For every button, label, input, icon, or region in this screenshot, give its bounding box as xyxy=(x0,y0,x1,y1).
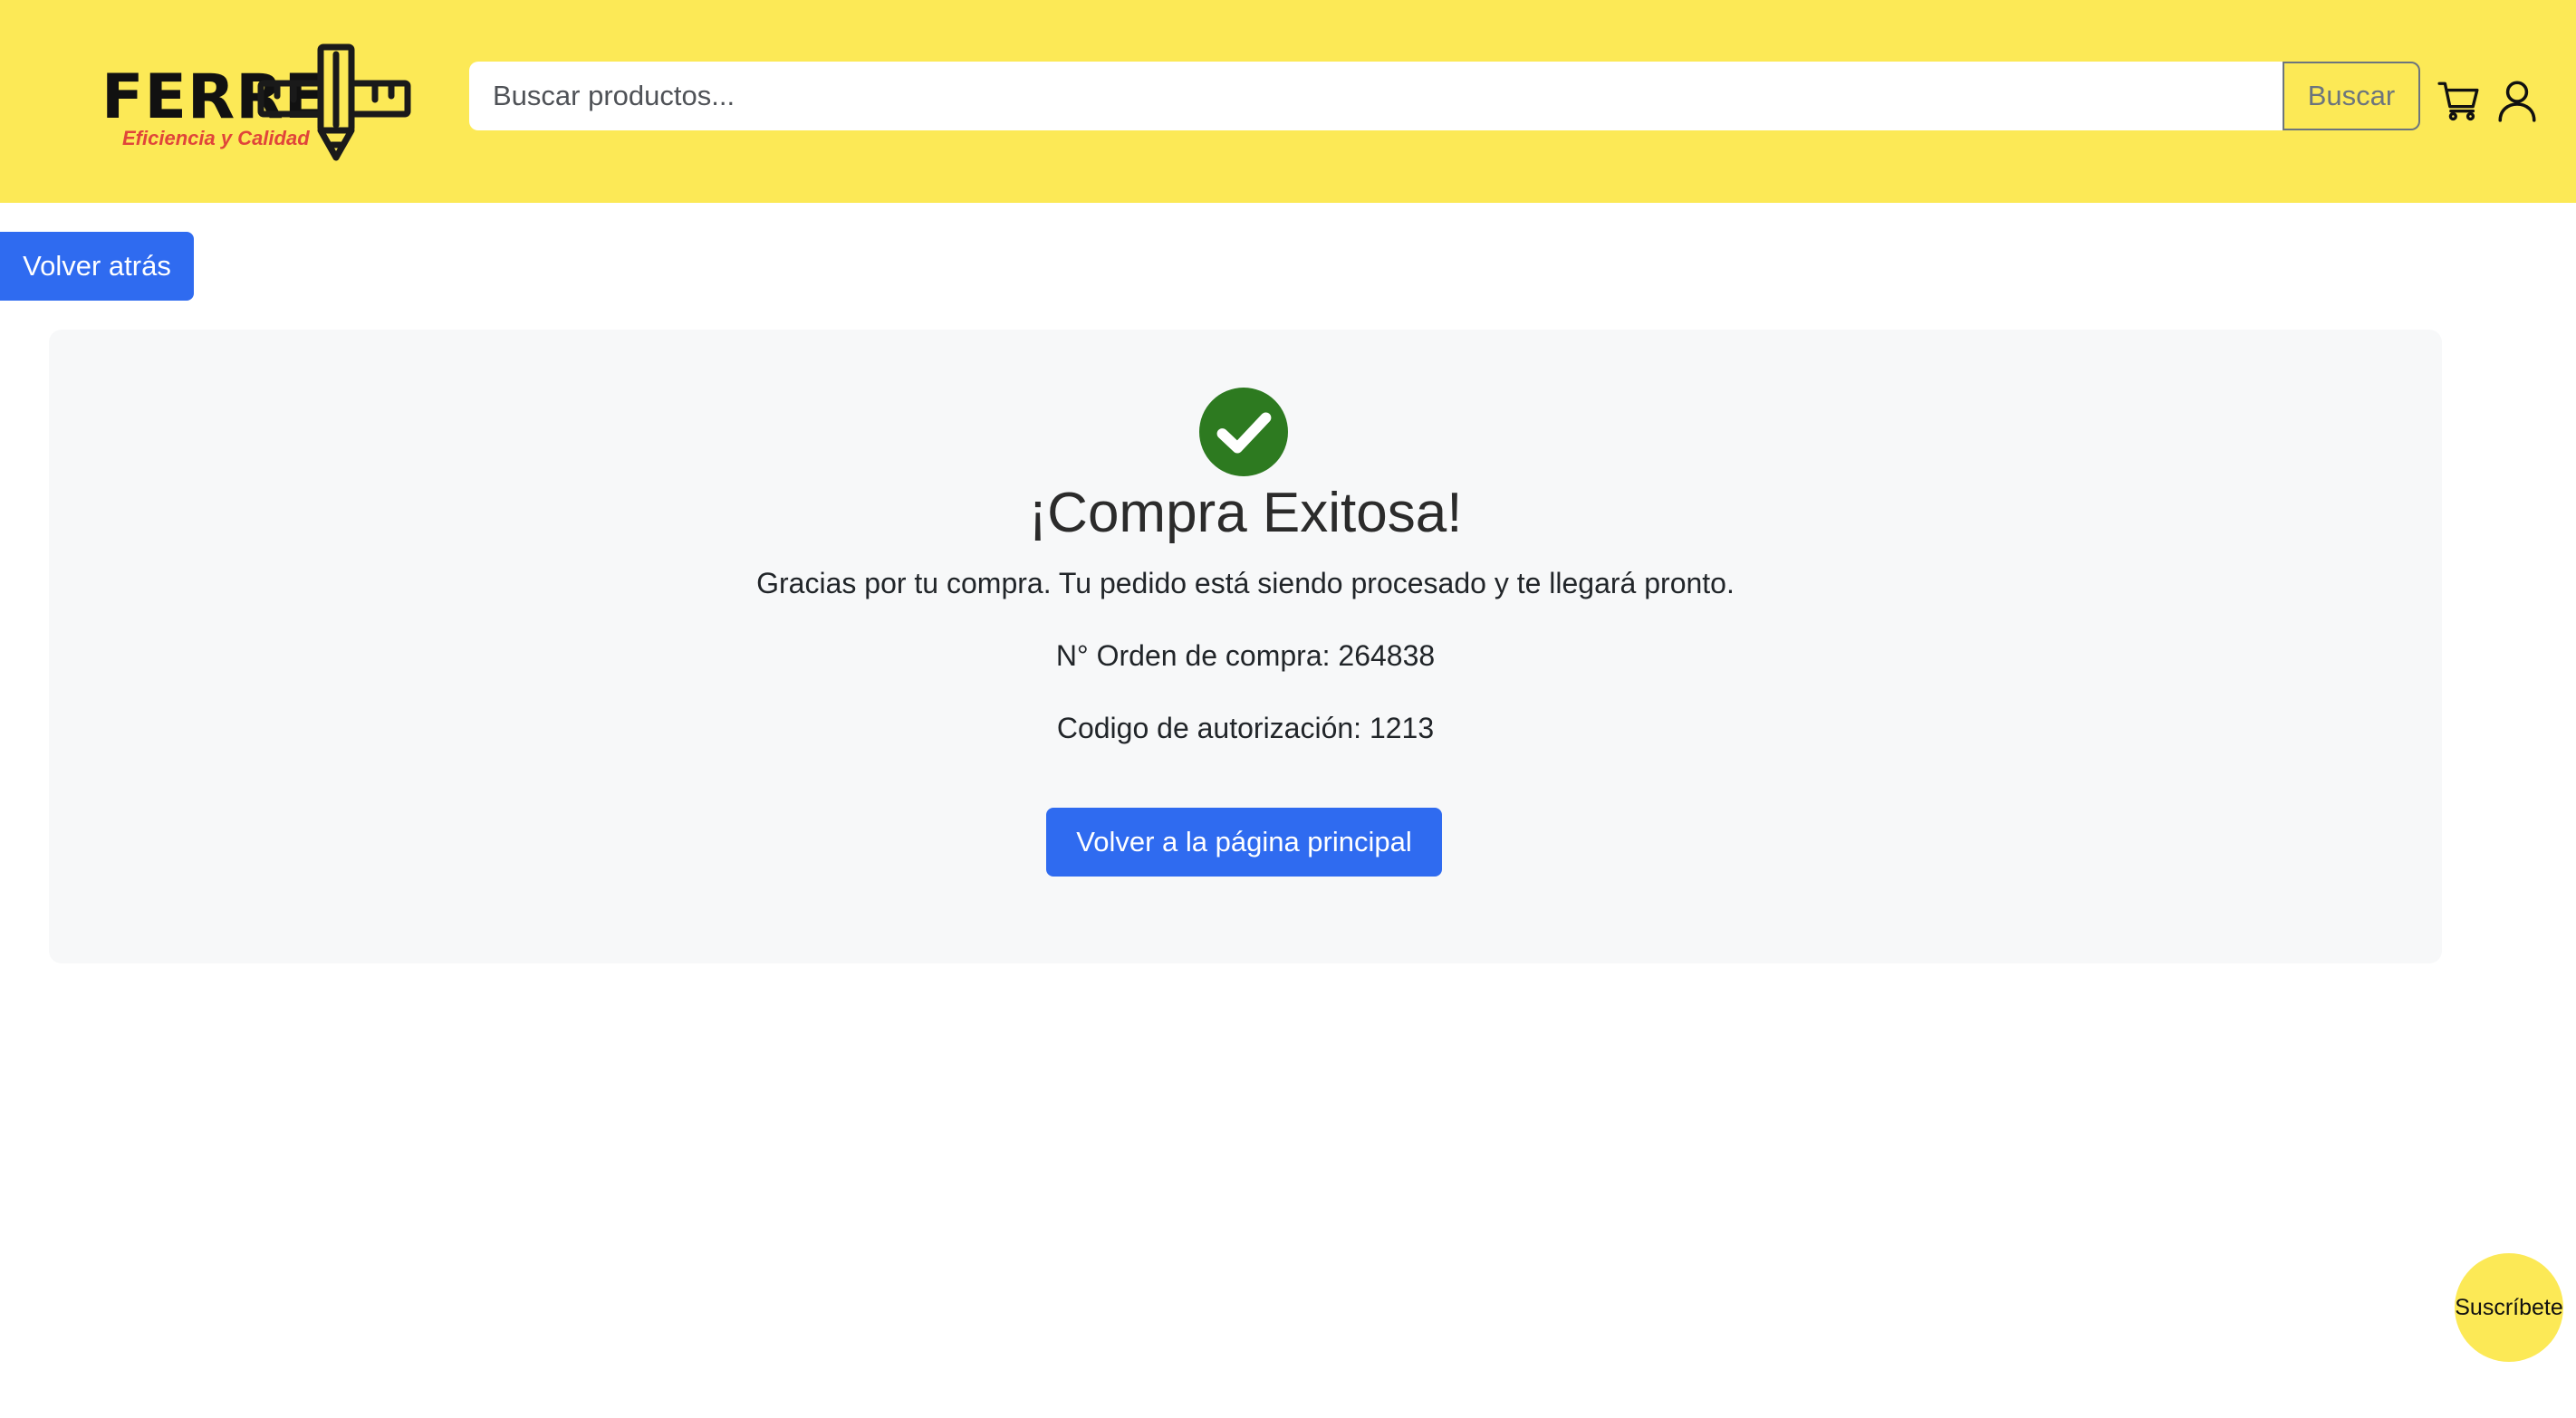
home-button[interactable]: Volver a la página principal xyxy=(1046,808,1442,877)
search-button[interactable]: Buscar xyxy=(2283,62,2420,130)
authorization-code: Codigo de autorización: 1213 xyxy=(1056,712,1435,744)
purchase-success-card: ¡Compra Exitosa! Gracias por tu compra. … xyxy=(49,330,2442,963)
ferre-logo[interactable]: FERRE Eficiencia y Calidad xyxy=(98,43,415,163)
search-bar: Buscar xyxy=(469,62,2420,130)
page-title: ¡Compra Exitosa! xyxy=(1028,482,1463,544)
thank-you-message: Gracias por tu compra. Tu pedido está si… xyxy=(756,567,1735,599)
check-circle-icon xyxy=(1199,388,1288,476)
user-icon[interactable] xyxy=(2494,78,2540,123)
pencil-ruler-icon xyxy=(257,43,411,161)
back-button[interactable]: Volver atrás xyxy=(0,232,194,301)
order-number: N° Orden de compra: 264838 xyxy=(1055,639,1436,672)
shopping-cart-icon[interactable] xyxy=(2437,78,2482,123)
site-header: FERRE Eficiencia y Calidad Buscar xyxy=(0,0,2576,203)
subscribe-button[interactable]: Suscríbete xyxy=(2455,1253,2563,1362)
search-input[interactable] xyxy=(469,62,2283,130)
